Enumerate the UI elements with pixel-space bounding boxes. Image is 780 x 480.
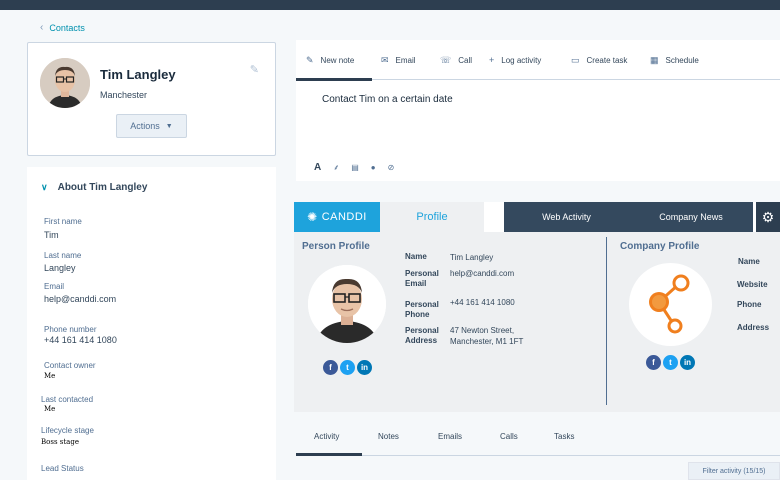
company-phone-label: Phone (737, 300, 762, 309)
tab-email[interactable]: ✉ Email (381, 55, 416, 66)
actions-label: Actions (130, 121, 160, 131)
company-address-label: Address (737, 323, 770, 332)
gear-icon: ⚙ (756, 202, 780, 232)
linkedin-icon[interactable]: in (680, 355, 695, 370)
lifecycle-stage-value[interactable]: Boss stage (41, 438, 79, 446)
document-icon[interactable]: ▤ (351, 163, 359, 172)
first-name-value[interactable]: Tim (44, 230, 59, 240)
text-format-icon[interactable]: A (314, 162, 321, 173)
last-name-label: Last name (44, 251, 82, 260)
phone-value[interactable]: +44 161 414 1080 (44, 335, 117, 345)
person-social-links: f t in (323, 360, 372, 375)
canddi-widget: ✺ CANDDI Profile Web Activity Company Ne… (294, 202, 780, 412)
filter-activity-button[interactable]: Filter activity (15/15) (688, 462, 780, 480)
envelope-icon: ✉ (381, 55, 389, 65)
company-logo (629, 263, 712, 346)
actions-dropdown-button[interactable]: Actions ▼ (116, 114, 187, 138)
widget-tab-web-activity[interactable]: Web Activity (504, 202, 629, 232)
tab-notes[interactable]: Notes (378, 432, 399, 441)
task-icon: ▭ (571, 55, 580, 65)
chevron-down-icon: ∨ (41, 182, 48, 192)
person-address-label: Personal Address (405, 326, 439, 345)
widget-tab-profile[interactable]: Profile (380, 202, 484, 232)
facebook-icon[interactable]: f (646, 355, 661, 370)
avatar (40, 58, 90, 108)
chevron-left-icon: ‹ (40, 22, 44, 33)
company-website-label: Website (737, 280, 768, 289)
lifecycle-stage-label: Lifecycle stage (41, 426, 94, 435)
last-contacted-value[interactable]: Me (44, 405, 55, 413)
top-navigation-bar (0, 0, 780, 10)
canddi-logo: ✺ CANDDI (294, 202, 380, 232)
breadcrumb-contacts-link[interactable]: Contacts (49, 23, 85, 33)
widget-navigation: ✺ CANDDI Profile Web Activity Company Ne… (294, 202, 780, 232)
person-phone-value: +44 161 414 1080 (450, 298, 515, 307)
contact-city: Manchester (100, 90, 148, 100)
plus-icon: + (489, 55, 495, 65)
timeline-tabs: Activity Notes Emails Calls Tasks (296, 420, 780, 456)
canddi-burst-icon: ✺ (307, 210, 318, 224)
contact-profile-card: Tim Langley Manchester ✎ Actions ▼ (27, 42, 276, 156)
person-phone-label: Personal Phone (405, 300, 439, 319)
tab-log-activity[interactable]: + Log activity (489, 55, 541, 65)
about-section-header[interactable]: ∨ About Tim Langley (41, 182, 147, 193)
tab-tasks[interactable]: Tasks (554, 432, 574, 441)
breadcrumb[interactable]: ‹ Contacts (40, 22, 85, 33)
tab-call[interactable]: ☏ Call (440, 55, 472, 66)
profile-divider (606, 237, 607, 405)
tab-create-task[interactable]: ▭ Create task (571, 55, 627, 66)
email-label: Email (44, 282, 65, 291)
phone-icon: ☏ (440, 55, 452, 65)
pencil-icon[interactable]: ✎ (250, 63, 259, 76)
lightbulb-icon[interactable]: ● (371, 163, 376, 172)
last-contacted-label: Last contacted (41, 395, 94, 404)
note-editor[interactable]: Contact Tim on a certain date (322, 94, 453, 105)
last-name-value[interactable]: Langley (44, 263, 76, 273)
contact-owner-value[interactable]: Me (44, 372, 55, 380)
settings-button[interactable]: ⚙ (753, 202, 780, 232)
formatting-toolbar: A ⸙ ▤ ● ⊘ (314, 162, 394, 173)
activity-tab-row: ✎ New note ✉ Email ☏ Call + Log activity… (296, 40, 780, 81)
active-timeline-tab-indicator (296, 453, 362, 456)
person-address-value: 47 Newton Street, Manchester, M1 1FT (450, 326, 524, 346)
tab-emails[interactable]: Emails (438, 432, 462, 441)
twitter-icon[interactable]: t (340, 360, 355, 375)
tag-icon[interactable]: ⸙ (333, 162, 339, 173)
edit-note-icon: ✎ (306, 55, 314, 65)
facebook-icon[interactable]: f (323, 360, 338, 375)
activity-composer: ✎ New note ✉ Email ☏ Call + Log activity… (296, 40, 780, 181)
contact-name: Tim Langley (100, 67, 176, 82)
person-email-label: Personal Email (405, 269, 439, 288)
about-title: About Tim Langley (57, 182, 148, 193)
lead-status-label: Lead Status (41, 464, 84, 473)
person-email-value[interactable]: help@canddi.com (450, 268, 514, 279)
email-value[interactable]: help@canddi.com (44, 294, 116, 304)
phone-label: Phone number (44, 325, 97, 334)
tab-activity[interactable]: Activity (314, 432, 339, 441)
person-name-label: Name (405, 252, 427, 261)
about-contact-card: ∨ About Tim Langley First name Tim Last … (27, 167, 276, 480)
calendar-icon: ▦ (650, 55, 659, 65)
contact-owner-label: Contact owner (44, 361, 96, 370)
linkedin-icon[interactable]: in (357, 360, 372, 375)
company-social-links: f t in (646, 355, 695, 370)
company-name-label: Name (738, 257, 760, 266)
tab-new-note[interactable]: ✎ New note (306, 55, 354, 66)
twitter-icon[interactable]: t (663, 355, 678, 370)
person-name-value: Tim Langley (450, 253, 494, 262)
tab-schedule[interactable]: ▦ Schedule (650, 55, 699, 66)
first-name-label: First name (44, 217, 82, 226)
caret-down-icon: ▼ (165, 122, 173, 130)
person-photo (308, 265, 386, 343)
active-tab-indicator (296, 78, 372, 81)
company-profile-title: Company Profile (620, 241, 700, 252)
attachment-icon[interactable]: ⊘ (388, 163, 395, 172)
person-profile-title: Person Profile (302, 241, 370, 252)
widget-tab-company-news[interactable]: Company News (629, 202, 753, 232)
tab-calls[interactable]: Calls (500, 432, 518, 441)
